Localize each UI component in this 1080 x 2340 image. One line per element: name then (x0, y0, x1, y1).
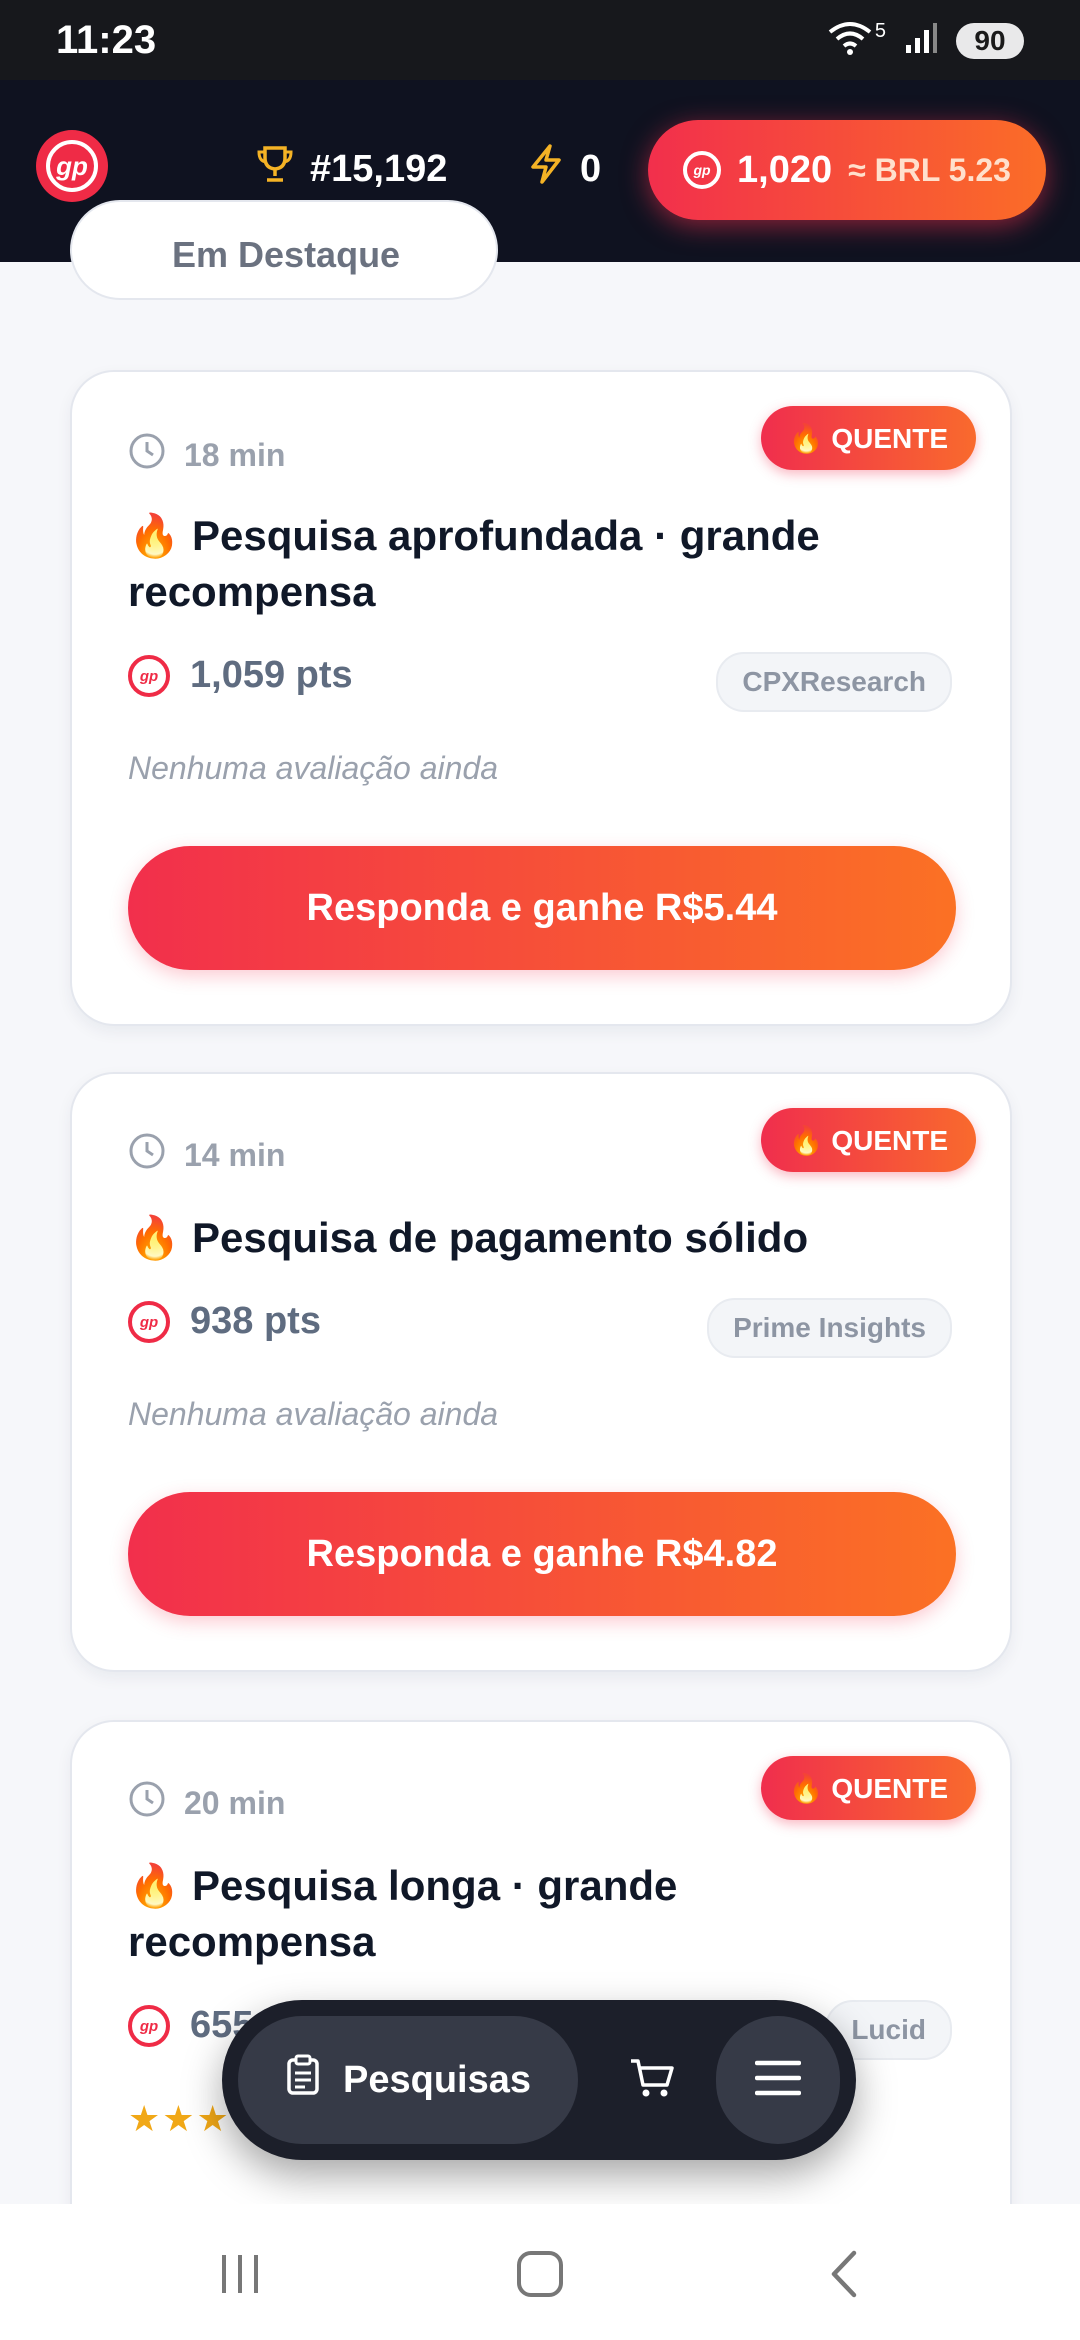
signal-icon (904, 21, 938, 60)
svg-text:gp: gp (55, 151, 88, 181)
clipboard-icon (285, 2054, 321, 2106)
survey-card: 18 min 🔥 QUENTE 🔥 Pesquisa aprofundada ·… (70, 370, 1012, 1026)
clock-icon (128, 1780, 166, 1826)
rating-stars: ★★★ (128, 2098, 231, 2139)
svg-text:gp: gp (139, 2018, 158, 2035)
hot-badge: 🔥 QUENTE (760, 1108, 976, 1172)
network-type-label: 5 (874, 20, 886, 42)
points-text: 1,059 pts (190, 654, 353, 696)
rank-value: #15,192 (310, 147, 448, 190)
points-coin-icon: gp (128, 2004, 170, 2047)
points-coin-icon: gp (128, 1300, 170, 1343)
status-time: 11:23 (56, 18, 157, 62)
nav-surveys-label: Pesquisas (343, 2058, 531, 2101)
survey-points: gp 1,059 pts (128, 654, 353, 697)
home-button[interactable] (510, 2244, 570, 2304)
clock-icon (128, 432, 166, 478)
survey-duration: 20 min (128, 1780, 285, 1826)
recent-apps-button[interactable] (210, 2244, 270, 2304)
battery-indicator: 90 (956, 22, 1024, 59)
energy-indicator[interactable]: 0 (526, 143, 601, 195)
hot-badge: 🔥 QUENTE (760, 1756, 976, 1820)
svg-text:gp: gp (692, 162, 711, 178)
system-nav-bar (0, 2204, 1080, 2340)
rating-text: Nenhuma avaliação ainda (128, 1396, 499, 1432)
answer-survey-button[interactable]: Responda e ganhe R$5.44 (128, 846, 956, 970)
points-coin-icon: gp (683, 151, 722, 189)
clock-icon (128, 1132, 166, 1178)
provider-tag: CPXResearch (716, 652, 952, 712)
points-coin-icon: gp (128, 654, 170, 697)
survey-points: gp 938 pts (128, 1300, 321, 1343)
provider-tag: Prime Insights (707, 1298, 952, 1358)
survey-title: 🔥 Pesquisa aprofundada · grande recompen… (128, 512, 820, 615)
sort-filter-chip[interactable]: Em Destaque (70, 200, 498, 300)
balance-conversion: ≈ BRL 5.23 (848, 151, 1011, 188)
svg-text:gp: gp (139, 1314, 158, 1331)
cart-icon (629, 2057, 675, 2104)
survey-card: 14 min 🔥 QUENTE 🔥 Pesquisa de pagamento … (70, 1072, 1012, 1672)
rating-text: Nenhuma avaliação ainda (128, 750, 499, 786)
status-bar: 11:23 5 90 (0, 0, 1080, 80)
status-icons: 5 90 (827, 20, 1024, 61)
duration-text: 20 min (184, 1784, 286, 1821)
survey-duration: 18 min (128, 432, 285, 478)
svg-text:gp: gp (139, 668, 158, 685)
lightning-icon (526, 143, 566, 195)
hamburger-icon (754, 2058, 802, 2103)
balance-button[interactable]: gp 1,020 ≈ BRL 5.23 (648, 120, 1046, 220)
rank-indicator[interactable]: #15,192 (254, 143, 447, 195)
energy-value: 0 (580, 147, 602, 190)
duration-text: 14 min (184, 1136, 286, 1173)
sort-filter-label: Em Destaque (172, 234, 401, 275)
nav-surveys-button[interactable]: Pesquisas (238, 2016, 578, 2144)
balance-points: 1,020 (737, 148, 833, 191)
menu-button[interactable] (716, 2016, 840, 2144)
app-logo[interactable]: gp (36, 130, 108, 202)
wifi-icon (827, 20, 873, 61)
cart-button[interactable] (618, 2046, 686, 2114)
answer-survey-button[interactable]: Responda e ganhe R$4.82 (128, 1492, 956, 1616)
back-button[interactable] (814, 2244, 874, 2304)
bottom-nav: Pesquisas (222, 2000, 856, 2160)
survey-title: 🔥 Pesquisa longa · grande recompensa (128, 1862, 678, 1965)
hot-badge: 🔥 QUENTE (760, 406, 976, 470)
survey-title: 🔥 Pesquisa de pagamento sólido (128, 1214, 809, 1261)
points-text: 938 pts (190, 1300, 321, 1342)
trophy-icon (254, 143, 296, 195)
survey-duration: 14 min (128, 1132, 285, 1178)
duration-text: 18 min (184, 436, 286, 473)
